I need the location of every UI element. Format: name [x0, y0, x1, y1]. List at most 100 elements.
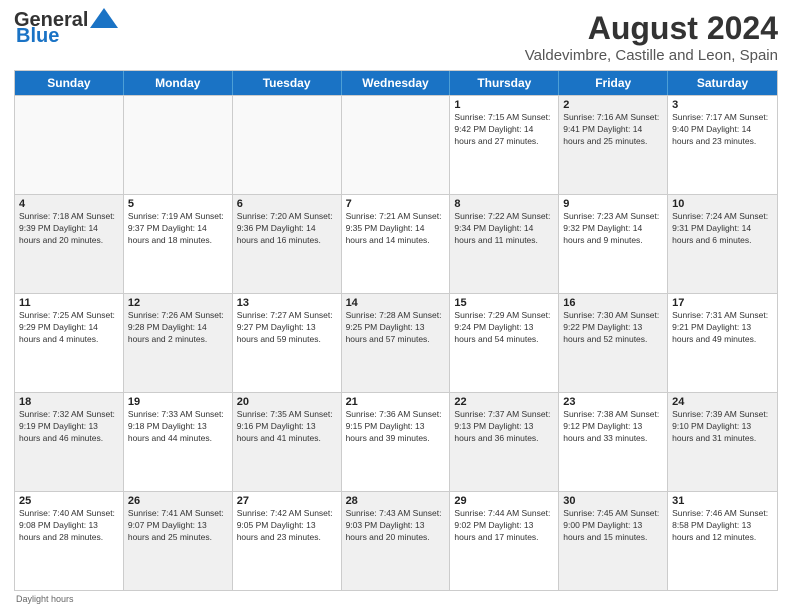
- calendar-cell: 19Sunrise: 7:33 AM Sunset: 9:18 PM Dayli…: [124, 393, 233, 491]
- cell-daylight-info: Sunrise: 7:44 AM Sunset: 9:02 PM Dayligh…: [454, 508, 554, 544]
- cell-daylight-info: Sunrise: 7:33 AM Sunset: 9:18 PM Dayligh…: [128, 409, 228, 445]
- day-number: 28: [346, 495, 446, 507]
- logo: General Blue: [14, 10, 118, 46]
- cell-daylight-info: Sunrise: 7:24 AM Sunset: 9:31 PM Dayligh…: [672, 211, 773, 247]
- day-number: 10: [672, 198, 773, 210]
- cell-daylight-info: Sunrise: 7:37 AM Sunset: 9:13 PM Dayligh…: [454, 409, 554, 445]
- day-number: 17: [672, 297, 773, 309]
- calendar-cell: 25Sunrise: 7:40 AM Sunset: 9:08 PM Dayli…: [15, 492, 124, 590]
- cell-daylight-info: Sunrise: 7:26 AM Sunset: 9:28 PM Dayligh…: [128, 310, 228, 346]
- day-number: 20: [237, 396, 337, 408]
- calendar-cell: 29Sunrise: 7:44 AM Sunset: 9:02 PM Dayli…: [450, 492, 559, 590]
- cell-daylight-info: Sunrise: 7:30 AM Sunset: 9:22 PM Dayligh…: [563, 310, 663, 346]
- cell-daylight-info: Sunrise: 7:25 AM Sunset: 9:29 PM Dayligh…: [19, 310, 119, 346]
- cell-daylight-info: Sunrise: 7:39 AM Sunset: 9:10 PM Dayligh…: [672, 409, 773, 445]
- day-number: 8: [454, 198, 554, 210]
- calendar: SundayMondayTuesdayWednesdayThursdayFrid…: [14, 70, 778, 591]
- cell-daylight-info: Sunrise: 7:38 AM Sunset: 9:12 PM Dayligh…: [563, 409, 663, 445]
- calendar-cell: 4Sunrise: 7:18 AM Sunset: 9:39 PM Daylig…: [15, 195, 124, 293]
- day-number: 7: [346, 198, 446, 210]
- page-title: August 2024: [525, 10, 778, 47]
- calendar-cell: 26Sunrise: 7:41 AM Sunset: 9:07 PM Dayli…: [124, 492, 233, 590]
- cell-daylight-info: Sunrise: 7:40 AM Sunset: 9:08 PM Dayligh…: [19, 508, 119, 544]
- weekday-header: Monday: [124, 71, 233, 95]
- calendar-cell: 9Sunrise: 7:23 AM Sunset: 9:32 PM Daylig…: [559, 195, 668, 293]
- calendar-cell: 30Sunrise: 7:45 AM Sunset: 9:00 PM Dayli…: [559, 492, 668, 590]
- calendar-cell: 5Sunrise: 7:19 AM Sunset: 9:37 PM Daylig…: [124, 195, 233, 293]
- page-subtitle: Valdevimbre, Castille and Leon, Spain: [525, 47, 778, 64]
- calendar-row: 11Sunrise: 7:25 AM Sunset: 9:29 PM Dayli…: [15, 293, 777, 392]
- weekday-header: Wednesday: [342, 71, 451, 95]
- day-number: 12: [128, 297, 228, 309]
- calendar-cell: 3Sunrise: 7:17 AM Sunset: 9:40 PM Daylig…: [668, 96, 777, 194]
- calendar-cell: 12Sunrise: 7:26 AM Sunset: 9:28 PM Dayli…: [124, 294, 233, 392]
- day-number: 21: [346, 396, 446, 408]
- calendar-cell: 14Sunrise: 7:28 AM Sunset: 9:25 PM Dayli…: [342, 294, 451, 392]
- day-number: 26: [128, 495, 228, 507]
- cell-daylight-info: Sunrise: 7:20 AM Sunset: 9:36 PM Dayligh…: [237, 211, 337, 247]
- calendar-cell: 6Sunrise: 7:20 AM Sunset: 9:36 PM Daylig…: [233, 195, 342, 293]
- calendar-cell: [233, 96, 342, 194]
- calendar-cell: 27Sunrise: 7:42 AM Sunset: 9:05 PM Dayli…: [233, 492, 342, 590]
- calendar-cell: 7Sunrise: 7:21 AM Sunset: 9:35 PM Daylig…: [342, 195, 451, 293]
- logo-icon: [90, 8, 118, 28]
- day-number: 2: [563, 99, 663, 111]
- cell-daylight-info: Sunrise: 7:21 AM Sunset: 9:35 PM Dayligh…: [346, 211, 446, 247]
- calendar-cell: 17Sunrise: 7:31 AM Sunset: 9:21 PM Dayli…: [668, 294, 777, 392]
- calendar-row: 18Sunrise: 7:32 AM Sunset: 9:19 PM Dayli…: [15, 392, 777, 491]
- weekday-header: Saturday: [668, 71, 777, 95]
- title-block: August 2024 Valdevimbre, Castille and Le…: [525, 10, 778, 64]
- calendar-row: 1Sunrise: 7:15 AM Sunset: 9:42 PM Daylig…: [15, 95, 777, 194]
- calendar-cell: 28Sunrise: 7:43 AM Sunset: 9:03 PM Dayli…: [342, 492, 451, 590]
- cell-daylight-info: Sunrise: 7:46 AM Sunset: 8:58 PM Dayligh…: [672, 508, 773, 544]
- day-number: 23: [563, 396, 663, 408]
- day-number: 22: [454, 396, 554, 408]
- cell-daylight-info: Sunrise: 7:28 AM Sunset: 9:25 PM Dayligh…: [346, 310, 446, 346]
- day-number: 3: [672, 99, 773, 111]
- day-number: 16: [563, 297, 663, 309]
- day-number: 4: [19, 198, 119, 210]
- cell-daylight-info: Sunrise: 7:41 AM Sunset: 9:07 PM Dayligh…: [128, 508, 228, 544]
- day-number: 30: [563, 495, 663, 507]
- cell-daylight-info: Sunrise: 7:36 AM Sunset: 9:15 PM Dayligh…: [346, 409, 446, 445]
- cell-daylight-info: Sunrise: 7:35 AM Sunset: 9:16 PM Dayligh…: [237, 409, 337, 445]
- calendar-cell: 15Sunrise: 7:29 AM Sunset: 9:24 PM Dayli…: [450, 294, 559, 392]
- cell-daylight-info: Sunrise: 7:31 AM Sunset: 9:21 PM Dayligh…: [672, 310, 773, 346]
- calendar-cell: 22Sunrise: 7:37 AM Sunset: 9:13 PM Dayli…: [450, 393, 559, 491]
- cell-daylight-info: Sunrise: 7:27 AM Sunset: 9:27 PM Dayligh…: [237, 310, 337, 346]
- calendar-cell: [15, 96, 124, 194]
- calendar-cell: 8Sunrise: 7:22 AM Sunset: 9:34 PM Daylig…: [450, 195, 559, 293]
- day-number: 1: [454, 99, 554, 111]
- calendar-row: 4Sunrise: 7:18 AM Sunset: 9:39 PM Daylig…: [15, 194, 777, 293]
- calendar-body: 1Sunrise: 7:15 AM Sunset: 9:42 PM Daylig…: [15, 95, 777, 590]
- cell-daylight-info: Sunrise: 7:16 AM Sunset: 9:41 PM Dayligh…: [563, 112, 663, 148]
- cell-daylight-info: Sunrise: 7:45 AM Sunset: 9:00 PM Dayligh…: [563, 508, 663, 544]
- calendar-cell: 10Sunrise: 7:24 AM Sunset: 9:31 PM Dayli…: [668, 195, 777, 293]
- calendar-cell: 20Sunrise: 7:35 AM Sunset: 9:16 PM Dayli…: [233, 393, 342, 491]
- calendar-cell: 31Sunrise: 7:46 AM Sunset: 8:58 PM Dayli…: [668, 492, 777, 590]
- page: General Blue August 2024 Valdevimbre, Ca…: [0, 0, 792, 612]
- calendar-cell: 2Sunrise: 7:16 AM Sunset: 9:41 PM Daylig…: [559, 96, 668, 194]
- logo-blue: Blue: [16, 26, 59, 46]
- day-number: 18: [19, 396, 119, 408]
- day-number: 15: [454, 297, 554, 309]
- day-number: 24: [672, 396, 773, 408]
- calendar-cell: 16Sunrise: 7:30 AM Sunset: 9:22 PM Dayli…: [559, 294, 668, 392]
- cell-daylight-info: Sunrise: 7:22 AM Sunset: 9:34 PM Dayligh…: [454, 211, 554, 247]
- cell-daylight-info: Sunrise: 7:32 AM Sunset: 9:19 PM Dayligh…: [19, 409, 119, 445]
- weekday-header: Tuesday: [233, 71, 342, 95]
- day-number: 9: [563, 198, 663, 210]
- weekday-header: Friday: [559, 71, 668, 95]
- calendar-header: SundayMondayTuesdayWednesdayThursdayFrid…: [15, 71, 777, 95]
- calendar-row: 25Sunrise: 7:40 AM Sunset: 9:08 PM Dayli…: [15, 491, 777, 590]
- calendar-cell: 21Sunrise: 7:36 AM Sunset: 9:15 PM Dayli…: [342, 393, 451, 491]
- day-number: 11: [19, 297, 119, 309]
- day-number: 27: [237, 495, 337, 507]
- calendar-cell: [124, 96, 233, 194]
- day-number: 25: [19, 495, 119, 507]
- cell-daylight-info: Sunrise: 7:23 AM Sunset: 9:32 PM Dayligh…: [563, 211, 663, 247]
- calendar-cell: 11Sunrise: 7:25 AM Sunset: 9:29 PM Dayli…: [15, 294, 124, 392]
- day-number: 19: [128, 396, 228, 408]
- calendar-cell: 24Sunrise: 7:39 AM Sunset: 9:10 PM Dayli…: [668, 393, 777, 491]
- cell-daylight-info: Sunrise: 7:17 AM Sunset: 9:40 PM Dayligh…: [672, 112, 773, 148]
